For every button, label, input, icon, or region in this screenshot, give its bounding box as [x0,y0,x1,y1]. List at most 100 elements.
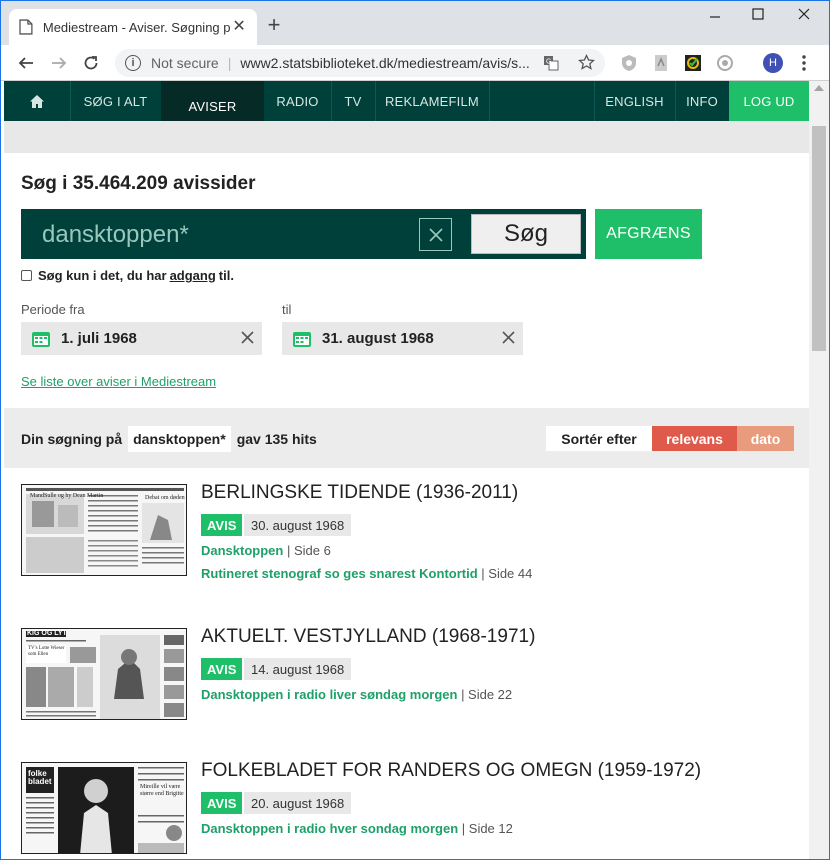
subheader-band [4,121,809,153]
nav-item-radio[interactable]: RADIO [264,81,331,121]
logout-button[interactable]: LOG UD [729,81,809,121]
hit-link[interactable]: Rutineret stenograf so ges snarest Konto… [201,566,478,581]
period-from-label: Periode fra [21,302,85,317]
svg-text:G: G [546,59,551,66]
security-label: Not secure [151,55,219,71]
pdf-extension-icon[interactable] [652,54,670,72]
newspaper-thumbnail[interactable]: MandSulle og hy Dean Martin Debat om død… [21,484,187,576]
date-from-value: 1. juli 1968 [61,330,137,347]
refine-button[interactable]: AFGRÆNS [595,209,702,259]
page-content: Søg i 35.464.209 avissider dansktoppen* … [4,153,809,859]
browser-window: Mediestream - Aviser. Søgning p ✕ + i No… [0,0,830,860]
scrollbar-thumb[interactable] [812,126,826,351]
thumbnail-caption: Mireille vil være større end Brigitte [140,784,184,797]
circle-extension-icon[interactable] [716,54,734,72]
sort-date-button[interactable]: dato [737,426,794,451]
date-badge: 14. august 1968 [244,658,352,680]
result-item[interactable]: folke bladet Mireille vil være større en… [4,746,809,859]
access-label-suffix: til. [218,268,234,283]
maximize-icon[interactable] [743,7,773,27]
newspaper-list-link[interactable]: Se liste over aviser i Mediestream [21,374,216,389]
calendar-icon[interactable] [292,330,312,348]
check-extension-icon[interactable] [684,54,702,72]
search-input[interactable]: dansktoppen* [42,221,189,249]
hit-link[interactable]: Dansktoppen [201,543,283,558]
sort-label: Sortér efter [546,426,652,451]
date-badge: 30. august 1968 [244,514,352,536]
type-badge: AVIS [201,514,243,536]
result-title[interactable]: BERLINGSKE TIDENDE (1936-2011) [201,482,518,504]
browser-tab[interactable]: Mediestream - Aviser. Søgning p ✕ [9,9,257,45]
date-from-field[interactable]: 1. juli 1968 [21,322,262,355]
thumbnail-headline: Debat om døden [145,495,185,501]
hit-page: | Side 12 [461,821,513,836]
nav-item-english[interactable]: ENGLISH [594,81,675,121]
document-icon [19,19,33,35]
access-link[interactable]: adgang [170,268,216,283]
forward-icon[interactable] [48,52,70,74]
clear-search-icon[interactable] [419,218,452,251]
close-window-icon[interactable] [789,7,819,27]
hit-page: | Side 44 [481,566,533,581]
calendar-icon[interactable] [31,330,51,348]
address-bar[interactable]: i Not secure | www2.statsbiblioteket.dk/… [115,49,605,77]
results-summary-bar: Din søgning på dansktoppen* gav 135 hits… [4,408,809,468]
result-item[interactable]: KIG OG LYT TV's Lotte Wieser som Ellen A… [4,612,809,742]
info-icon[interactable]: i [125,55,141,71]
access-label-prefix: Søg kun i det, du har [38,268,167,283]
hit-line: Dansktoppen i radio liver søndag morgen … [201,687,512,702]
clear-date-to-icon[interactable] [502,329,515,347]
nav-item-info[interactable]: INFO [675,81,729,121]
results-summary: Din søgning på dansktoppen* gav 135 hits [21,426,317,452]
type-badge: AVIS [201,792,243,814]
minimize-icon[interactable] [700,7,730,27]
nav-item-reklamefilm[interactable]: REKLAMEFILM [375,81,489,121]
clear-date-from-icon[interactable] [241,329,254,347]
tab-strip: Mediestream - Aviser. Søgning p ✕ + [1,1,829,45]
nav-item-sog-i-alt[interactable]: SØG I ALT [70,81,161,121]
bookmark-star-icon[interactable] [578,54,595,71]
results-count: gav 135 hits [236,431,317,447]
hit-line: Dansktoppen i radio hver sondag morgen |… [201,821,513,836]
site-navigation: SØG I ALT AVISER RADIO TV REKLAMEFILM EN… [4,81,809,121]
hit-link[interactable]: Dansktoppen i radio liver søndag morgen [201,687,457,702]
newspaper-thumbnail[interactable]: folke bladet Mireille vil være større en… [21,762,187,854]
thumbnail-masthead: folke bladet [28,769,52,786]
nav-item-tv[interactable]: TV [331,81,375,121]
search-button[interactable]: Søg [471,214,581,254]
date-to-field[interactable]: 31. august 1968 [282,322,523,355]
scroll-up-arrow-icon[interactable] [814,85,824,91]
shield-extension-icon[interactable] [620,54,638,72]
tab-title: Mediestream - Aviser. Søgning p [42,19,231,35]
sort-relevance-button[interactable]: relevans [652,426,737,451]
reload-icon[interactable] [80,52,102,74]
hit-line: Dansktoppen | Side 6 [201,543,331,558]
result-title[interactable]: FOLKEBLADET FOR RANDERS OG OMEGN (1959-1… [201,760,701,782]
hit-line: Rutineret stenograf so ges snarest Konto… [201,566,532,581]
translate-icon[interactable]: G [543,55,559,71]
hit-page: | Side 22 [461,687,513,702]
date-to-value: 31. august 1968 [322,330,434,347]
result-title[interactable]: AKTUELT. VESTJYLLAND (1968-1971) [201,626,535,648]
nav-item-aviser[interactable]: AVISER [161,81,264,121]
newspaper-thumbnail[interactable]: KIG OG LYT TV's Lotte Wieser som Ellen [21,628,187,720]
home-button[interactable] [4,81,70,121]
hit-page: | Side 6 [286,543,331,558]
hit-link[interactable]: Dansktoppen i radio hver sondag morgen [201,821,458,836]
thumbnail-caption: TV's Lotte Wieser som Ellen [28,646,65,657]
access-checkbox[interactable] [21,270,32,281]
profile-avatar[interactable]: H [763,53,783,73]
tab-close-icon[interactable]: ✕ [231,19,247,35]
back-icon[interactable] [15,52,37,74]
new-tab-button[interactable]: + [263,14,285,37]
vertical-scrollbar[interactable] [809,81,829,859]
url-text[interactable]: www2.statsbiblioteket.dk/mediestream/avi… [240,55,530,71]
thumbnail-masthead: KIG OG LYT [27,630,67,637]
page-title: Søg i 35.464.209 avissider [21,173,256,194]
thumbnail-caption: MandSulle og hy Dean Martin [30,493,104,499]
query-tag: dansktoppen* [128,426,231,452]
search-box: dansktoppen* Søg [21,209,586,259]
home-icon [30,94,44,108]
menu-dots-icon[interactable] [801,54,807,72]
result-item[interactable]: MandSulle og hy Dean Martin Debat om død… [4,468,809,598]
